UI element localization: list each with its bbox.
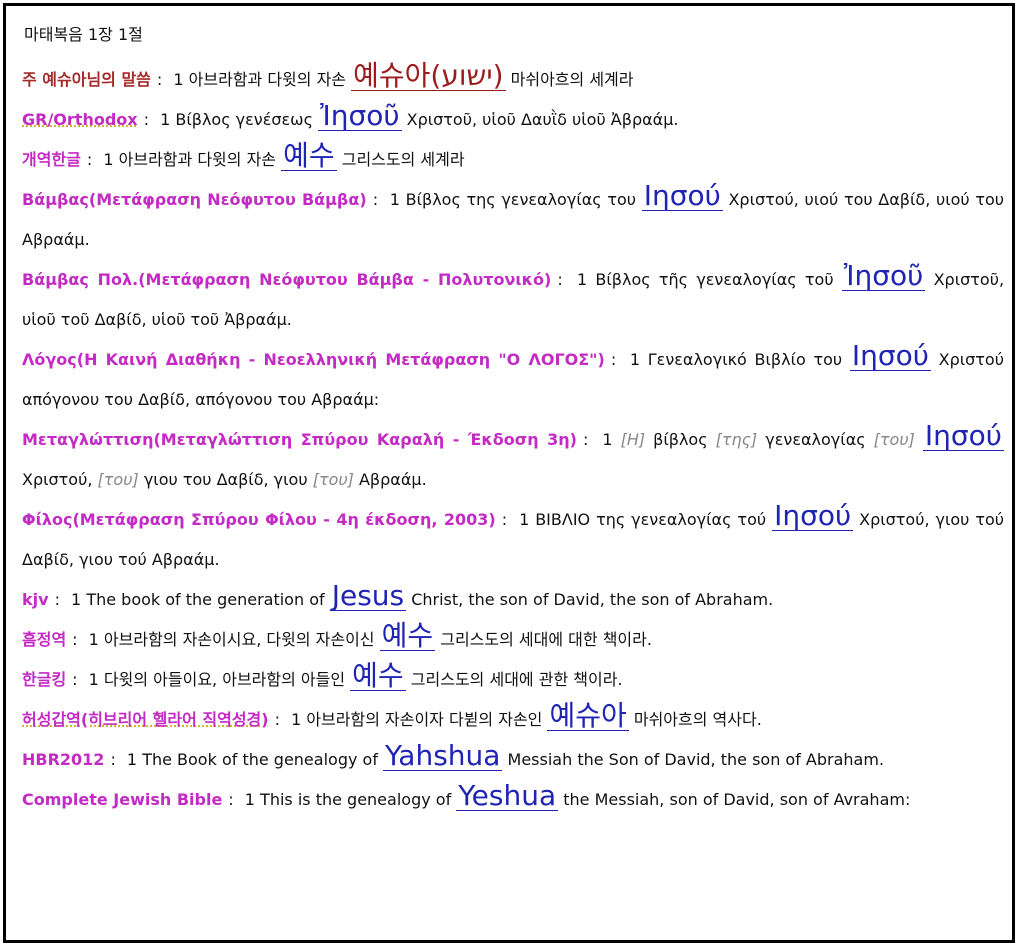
verse-row: Βάμβας Πολ.(Μετάφραση Νεόφυτου Βάμβα - Π…	[22, 259, 1005, 330]
verse-text-post: 마쉬아흐의 세계라	[510, 70, 634, 89]
verse-row: 개역한글: 1 아브라함과 다윗의 자손 예수 그리스도의 세계라	[22, 139, 465, 172]
highlighted-name: 예수	[281, 139, 337, 172]
verse-row: Βάμβας(Μετάφραση Νεόφυτου Βάμβα): 1 Βίβλ…	[22, 179, 1004, 250]
highlighted-name: Ιησού	[922, 419, 1004, 452]
verse-text-pre: 1 The book of the generation of	[71, 590, 325, 609]
verse-text-pre: 1 다윗의 아들이요, 아브라함의 아들인	[88, 670, 346, 689]
source-label: 허성갑역(히브리어 헬라어 직역성경)	[22, 710, 269, 729]
verse-text-pre: 1 Βίβλος τῆς γενεαλογίας τοῦ	[576, 270, 834, 289]
bracketed-word: του	[874, 430, 915, 449]
verse-row: Complete Jewish Bible: 1 This is the gen…	[22, 779, 911, 812]
verse-row: 주 예슈아님의 말씀: 1 아브라함과 다윗의 자손 예슈아(ישוע) 마쉬아…	[22, 59, 634, 92]
verse-row: HBR2012: 1 The Book of the genealogy of …	[22, 739, 885, 772]
verse-text-post: 그리스도의 세대에 관한 책이라.	[410, 670, 623, 689]
highlighted-name: Ιησού	[772, 499, 854, 532]
verse-text-post: the Messiah, son of David, son of Avraha…	[563, 790, 911, 809]
source-label: Βάμβας(Μετάφραση Νεόφυτου Βάμβα)	[22, 190, 367, 209]
verse-text-post: 마쉬아흐의 역사다.	[633, 710, 762, 729]
verse-text-pre: 1 The Book of the genealogy of	[126, 750, 378, 769]
source-label: Μεταγλώττιση(Μεταγλώττιση Σπύρου Καραλή …	[22, 430, 577, 449]
highlighted-name: 예수	[350, 659, 406, 692]
verse-text-pre: 1 Βίβλος της γενεαλογίας του	[389, 190, 637, 209]
verse-text-pre: 1 아브라함의 자손이시요, 다윗의 자손이신	[88, 630, 375, 649]
verse-row: GR/Orthodox: 1 Βίβλος γενέσεως Ἰησοῦ Χρι…	[22, 99, 679, 132]
verse-text-pre: 1 아브라함과 다윗의 자손	[103, 150, 277, 169]
highlighted-name: Ἰησοῦ	[318, 99, 402, 132]
highlighted-name: Ιησού	[849, 339, 931, 372]
highlighted-name: Yeshua	[456, 779, 559, 812]
verse-list: 마태복음 1장 1절 주 예슈아님의 말씀: 1 아브라함과 다윗의 자손 예슈…	[22, 24, 1004, 820]
highlighted-name: Ἰησοῦ	[841, 259, 926, 292]
document-frame: 마태복음 1장 1절 주 예슈아님의 말씀: 1 아브라함과 다윗의 자손 예슈…	[3, 3, 1015, 943]
verse-text-pre: 1 Βίβλος γενέσεως	[160, 110, 313, 129]
bracketed-word: Η	[621, 430, 646, 449]
verse-row: 허성갑역(히브리어 헬라어 직역성경): 1 아브라함의 자손이자 다뷛의 자손…	[22, 699, 762, 732]
source-label: 주 예슈아님의 말씀	[22, 70, 151, 89]
source-label: Complete Jewish Bible	[22, 790, 223, 809]
verse-text-pre: 1 아브라함의 자손이자 다뷛의 자손인	[291, 710, 543, 729]
highlighted-name: 예슈아(ישוע)	[351, 59, 506, 92]
source-label: Βάμβας Πολ.(Μετάφραση Νεόφυτου Βάμβα - Π…	[22, 270, 552, 289]
highlighted-name: Ιησού	[641, 179, 723, 212]
highlighted-name: 예수	[379, 619, 436, 652]
highlighted-name: 예슈아	[547, 699, 629, 732]
highlighted-name: Yahshua	[383, 739, 503, 772]
source-label: 개역한글	[22, 150, 81, 169]
verse-text-post: 그리스도의 세계라	[341, 150, 465, 169]
verse-text-post: Messiah the Son of David, the son of Abr…	[507, 750, 885, 769]
source-label: Φίλος(Μετάφραση Σπύρου Φίλου - 4η έκδοση…	[22, 510, 496, 529]
highlighted-name: Jesus	[329, 579, 407, 612]
source-label: HBR2012	[22, 750, 105, 769]
verse-text-pre: 1 아브라함과 다윗의 자손	[173, 70, 347, 89]
bracketed-word: της	[716, 430, 758, 449]
source-label: 한글킹	[22, 670, 67, 689]
bracketed-word: του	[98, 470, 139, 489]
verse-row: Μεταγλώττιση(Μεταγλώττιση Σπύρου Καραλή …	[22, 420, 1004, 500]
verse-text-post: Χριστοῦ, υἱοῦ Δαυῒδ υἱοῦ Ἀβραάμ.	[406, 110, 679, 129]
bracketed-word: του	[313, 470, 354, 489]
verse-row: 흠정역: 1 아브라함의 자손이시요, 다윗의 자손이신 예수 그리스도의 세대…	[22, 619, 652, 652]
source-label: 흠정역	[22, 630, 67, 649]
source-label: Λόγος(Η Καινή Διαθήκη - Νεοελληνική Μετά…	[22, 350, 605, 369]
verse-row: Φίλος(Μετάφραση Σπύρου Φίλου - 4η έκδοση…	[22, 499, 1005, 570]
verse-row: 한글킹: 1 다윗의 아들이요, 아브라함의 아들인 예수 그리스도의 세대에 …	[22, 659, 623, 692]
source-label: GR/Orthodox	[22, 110, 138, 129]
verse-row: Λόγος(Η Καινή Διαθήκη - Νεοελληνική Μετά…	[22, 339, 1004, 410]
verse-text-post: Christ, the son of David, the son of Abr…	[411, 590, 774, 609]
verse-text-pre: 1 ΒΙΒΛΙΟ της γενεαλογίας τού	[519, 510, 767, 529]
verse-text-pre: 1 Γενεαλογικό Βιβλίο του	[629, 350, 843, 369]
page-title: 마태복음 1장 1절	[24, 25, 143, 44]
verse-text-pre: 1 This is the genealogy of	[244, 790, 452, 809]
verse-text-post: 그리스도의 세대에 대한 책이라.	[440, 630, 652, 649]
source-label: kjv	[22, 590, 49, 609]
verse-row: kjv: 1 The book of the generation of Jes…	[22, 579, 774, 612]
